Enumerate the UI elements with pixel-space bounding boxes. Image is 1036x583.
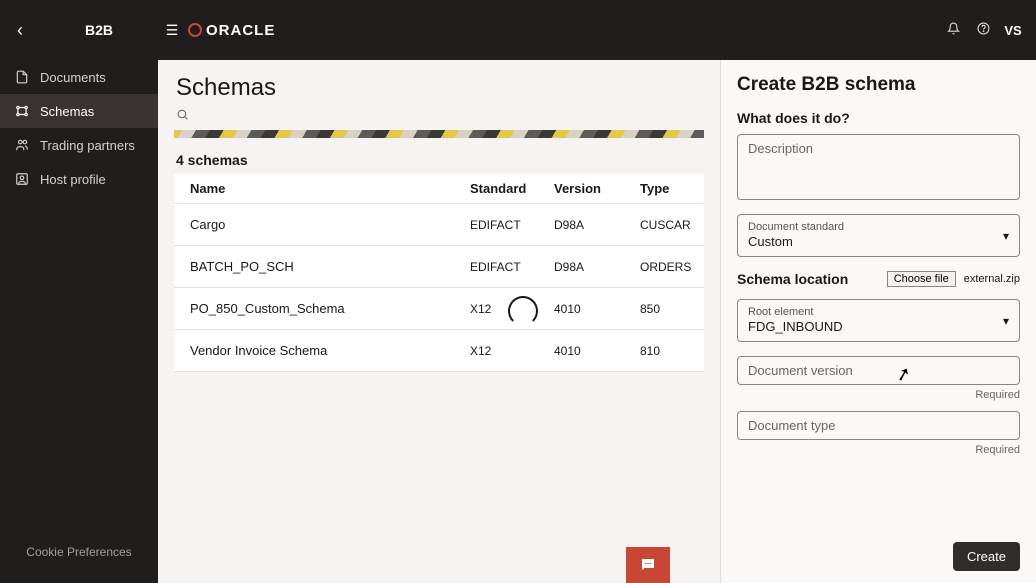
sidebar: Documents Schemas Trading partners Host … [0, 60, 158, 583]
root-element-select[interactable]: Root element FDG_INBOUND ▾ [737, 299, 1020, 342]
table-row[interactable]: PO_850_Custom_Schema X12 4010 850 [174, 288, 704, 330]
col-type[interactable]: Type [640, 181, 704, 196]
page-title: Schemas [158, 60, 720, 108]
required-text: Required [737, 444, 1020, 456]
file-name: external.zip [964, 273, 1020, 285]
document-type-placeholder: Document type [748, 418, 1009, 433]
banner-stripe [174, 130, 704, 138]
description-placeholder: Description [748, 141, 1009, 156]
document-standard-label: Document standard [748, 221, 1009, 233]
app-title: B2B [40, 22, 158, 38]
choose-file-button[interactable]: Choose file [887, 271, 956, 287]
cell-name: Cargo [174, 217, 470, 232]
create-schema-panel: Create B2B schema What does it do? Descr… [720, 60, 1036, 583]
cell-type: CUSCAR [640, 218, 704, 232]
panel-title: Create B2B schema [737, 74, 1020, 96]
document-standard-select[interactable]: Document standard Custom ▾ [737, 214, 1020, 257]
logo-circle-icon [188, 23, 202, 37]
main-content: Schemas 4 schemas Name Standard Version … [158, 60, 720, 583]
col-version[interactable]: Version [554, 181, 640, 196]
user-initials[interactable]: VS [998, 23, 1028, 38]
table-header: Name Standard Version Type [174, 174, 704, 204]
schema-count: 4 schemas [158, 138, 720, 174]
help-icon[interactable] [968, 22, 998, 38]
schemas-table: Name Standard Version Type Cargo EDIFACT… [174, 174, 704, 372]
cell-version: 4010 [554, 344, 640, 358]
cell-name: Vendor Invoice Schema [174, 343, 470, 358]
cell-standard: X12 [470, 344, 554, 358]
cell-name: BATCH_PO_SCH [174, 259, 470, 274]
top-bar: ‹ B2B ☰ ORACLE VS [0, 0, 1036, 60]
cell-standard: EDIFACT [470, 218, 554, 232]
chat-icon [639, 556, 657, 574]
cell-type: 850 [640, 302, 704, 316]
cell-standard: EDIFACT [470, 260, 554, 274]
sidebar-item-host-profile[interactable]: Host profile [0, 162, 158, 196]
loading-spinner-icon [508, 296, 538, 326]
notifications-icon[interactable] [938, 22, 968, 38]
schema-location-label: Schema location [737, 271, 848, 287]
sidebar-item-label: Host profile [40, 172, 106, 187]
document-version-placeholder: Document version [748, 363, 1009, 378]
cell-type: 810 [640, 344, 704, 358]
sidebar-item-documents[interactable]: Documents [0, 60, 158, 94]
sidebar-item-trading-partners[interactable]: Trading partners [0, 128, 158, 162]
description-field[interactable]: Description [737, 134, 1020, 200]
search-button[interactable] [158, 108, 720, 130]
logo-text: ORACLE [206, 22, 275, 39]
sidebar-item-schemas[interactable]: Schemas [0, 94, 158, 128]
document-type-field[interactable]: Document type [737, 411, 1020, 440]
root-element-value: FDG_INBOUND [748, 319, 1009, 335]
col-standard[interactable]: Standard [470, 181, 554, 196]
chevron-down-icon: ▾ [1003, 314, 1009, 328]
col-name[interactable]: Name [174, 181, 470, 196]
table-row[interactable]: BATCH_PO_SCH EDIFACT D98A ORDERS [174, 246, 704, 288]
cell-version: D98A [554, 218, 640, 232]
cell-name: PO_850_Custom_Schema [174, 301, 470, 316]
what-does-it-do-label: What does it do? [737, 110, 1020, 126]
document-version-field[interactable]: Document version [737, 356, 1020, 385]
search-icon [176, 108, 189, 121]
required-text: Required [737, 389, 1020, 401]
document-icon [14, 70, 30, 84]
sidebar-item-label: Schemas [40, 104, 94, 119]
root-element-label: Root element [748, 306, 1009, 318]
oracle-logo: ORACLE [188, 22, 275, 39]
cell-type: ORDERS [640, 260, 704, 274]
partners-icon [14, 138, 30, 152]
cell-version: 4010 [554, 302, 640, 316]
sidebar-item-label: Trading partners [40, 138, 135, 153]
sidebar-item-label: Documents [40, 70, 106, 85]
chat-button[interactable] [626, 547, 670, 583]
create-button[interactable]: Create [953, 542, 1020, 571]
document-standard-value: Custom [748, 234, 1009, 250]
chevron-down-icon: ▾ [1003, 229, 1009, 243]
schema-icon [14, 104, 30, 118]
table-row[interactable]: Cargo EDIFACT D98A CUSCAR [174, 204, 704, 246]
hamburger-icon[interactable]: ☰ [162, 22, 182, 39]
profile-icon [14, 172, 30, 186]
cell-version: D98A [554, 260, 640, 274]
cookie-preferences-link[interactable]: Cookie Preferences [0, 545, 158, 559]
back-button[interactable]: ‹ [0, 20, 40, 41]
table-row[interactable]: Vendor Invoice Schema X12 4010 810 [174, 330, 704, 372]
